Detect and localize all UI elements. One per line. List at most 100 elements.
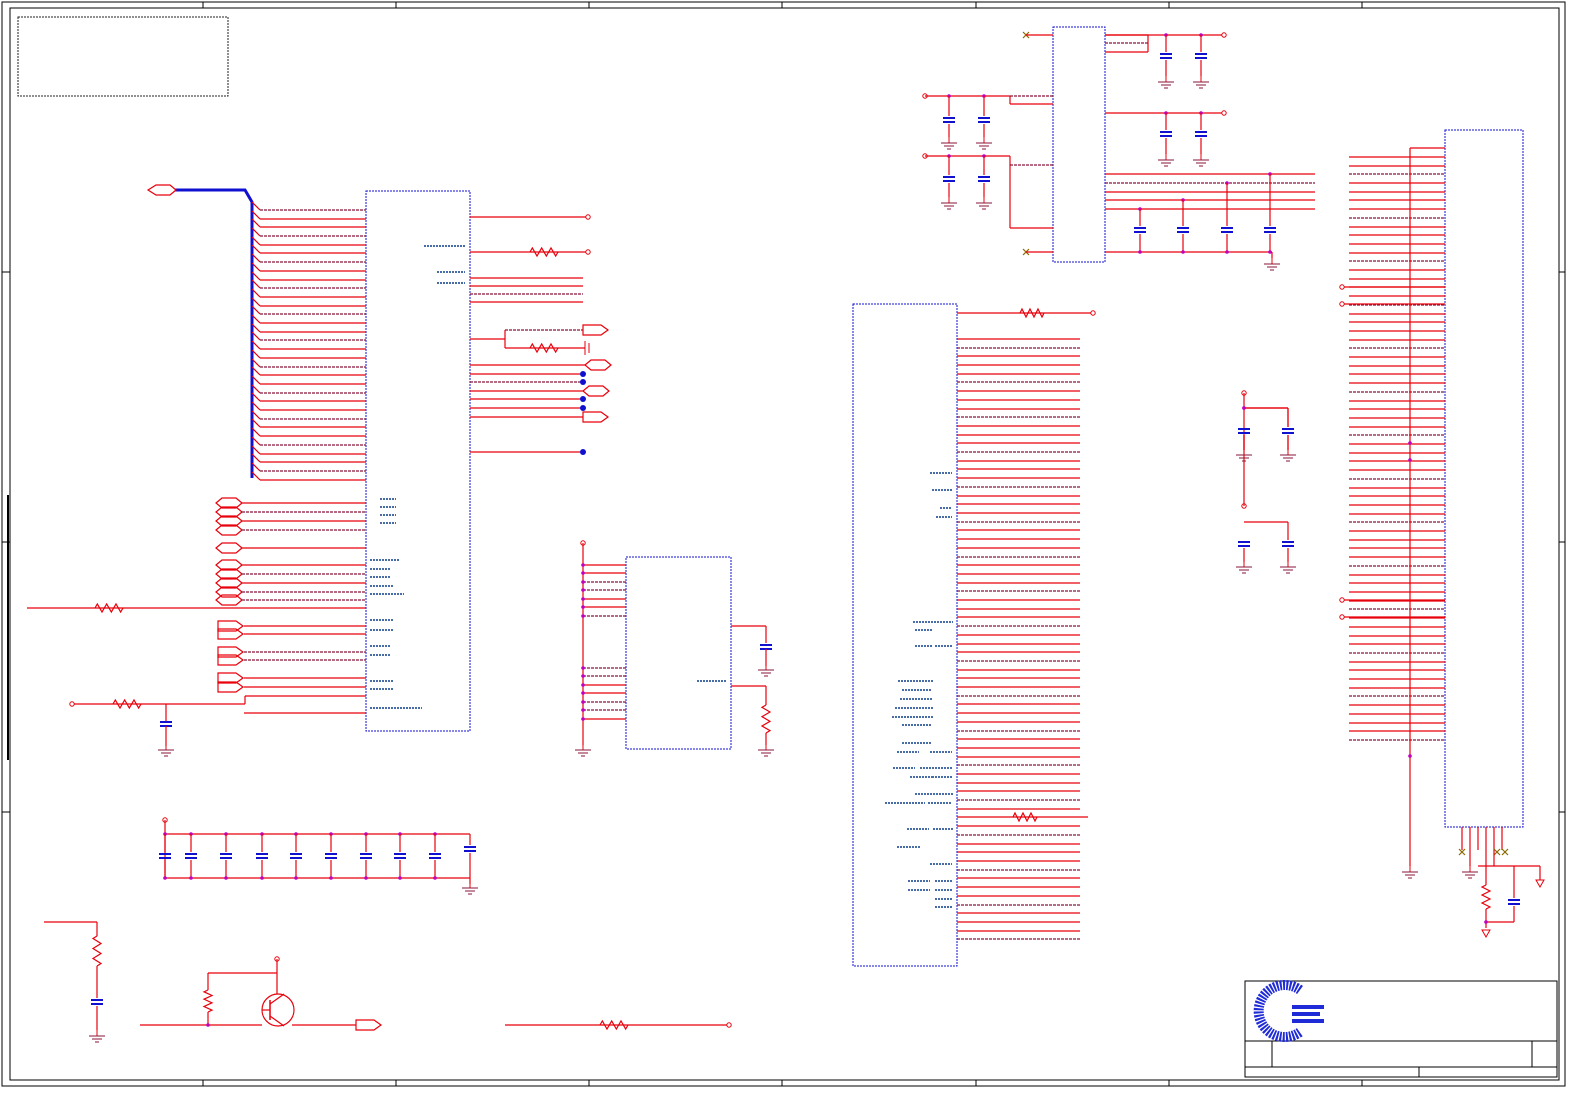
resistor-zigzag [1480,884,1492,910]
junction [433,876,437,880]
resistor-icon [529,246,559,258]
connector-j1-body [1444,129,1524,828]
off-page-connector-icon [355,1019,383,1031]
ground-icon [158,744,174,757]
ground-arrow-icon [1535,879,1545,889]
ic-u1-body [365,190,471,732]
junction [581,563,585,567]
junction [189,876,193,880]
capacitor-icon [1160,131,1172,137]
port-outline [582,324,610,336]
junction [581,666,585,670]
terminal [585,249,591,255]
ground-icon [976,197,992,210]
resistor-zigzag [760,704,772,734]
resistor-icon [202,989,214,1013]
capacitor-icon [464,846,476,852]
junction [1242,406,1246,410]
port-outline [584,359,612,371]
capacitor-icon [220,853,232,859]
junction [581,700,585,704]
ground-icon [1402,866,1418,879]
capacitor-icon [160,721,172,727]
junction [581,571,585,575]
capacitor-icon [943,176,955,182]
junction [581,614,585,618]
resistor-zigzag [529,246,559,258]
resistor-icon [112,698,142,710]
junction [581,674,585,678]
junction [163,876,167,880]
ground-icon [462,882,478,895]
ground-arrow-icon [1481,929,1491,939]
ground-icon [575,744,591,757]
capacitor-icon [1282,541,1294,547]
resistor-icon [1019,307,1045,319]
title-block [1244,980,1558,1078]
junction [1408,458,1412,462]
terminal [1090,310,1096,316]
capacitor-icon [1238,541,1250,547]
off-page-connector-icon [215,542,243,554]
resistor-icon [529,342,559,354]
terminal [1339,284,1345,290]
data-bus [175,188,254,478]
junction [1225,250,1229,254]
junction [206,1023,210,1027]
ground-icon [89,1030,105,1043]
terminal [69,701,75,707]
ground-icon [1158,76,1174,89]
terminal [1339,597,1345,603]
junction [1408,754,1412,758]
schematic-canvas [1,1,1566,1087]
resistor-zigzag [94,602,124,614]
terminal [1221,110,1227,116]
capacitor-icon [1134,227,1146,233]
port-outline [355,1019,383,1031]
resistor-icon [91,935,103,967]
junction [581,605,585,609]
no-connect-icon [1493,848,1501,856]
junction [329,876,333,880]
ground-icon [1236,561,1252,574]
capacitor-icon [185,853,197,859]
resistor-icon [1012,811,1038,823]
ground-icon [1280,449,1296,462]
resistor-zigzag [1019,307,1045,319]
junction [1181,250,1185,254]
capacitor-icon [256,853,268,859]
resistor-zigzag [91,935,103,967]
ground-icon [1193,154,1209,167]
capacitor-icon [91,999,103,1005]
ground-icon [941,137,957,150]
resistor-zigzag [529,342,559,354]
bus-port [146,184,177,196]
terminal [1221,32,1227,38]
capacitor-icon [760,644,772,650]
junction [580,449,586,455]
note-box [17,16,229,97]
capacitor-icon [1195,131,1207,137]
port-outline [215,542,243,554]
terminal [1339,301,1345,307]
ic-u2-body [625,556,732,750]
off-page-connector-icon [584,359,612,371]
junction [581,683,585,687]
terminal [726,1022,732,1028]
port-outline [582,411,610,423]
capacitor-icon [394,853,406,859]
capacitor-icon [1160,53,1172,59]
junction [581,708,585,712]
junction [581,691,585,695]
junction [398,876,402,880]
resistor-icon [94,602,124,614]
junction [581,597,585,601]
resistor-icon [599,1019,629,1031]
junction [364,876,368,880]
junction [580,371,586,377]
junction [580,405,586,411]
capacitor-icon [1282,428,1294,434]
capacitor-icon [360,853,372,859]
capacitor-icon [429,853,441,859]
junction [1138,250,1142,254]
